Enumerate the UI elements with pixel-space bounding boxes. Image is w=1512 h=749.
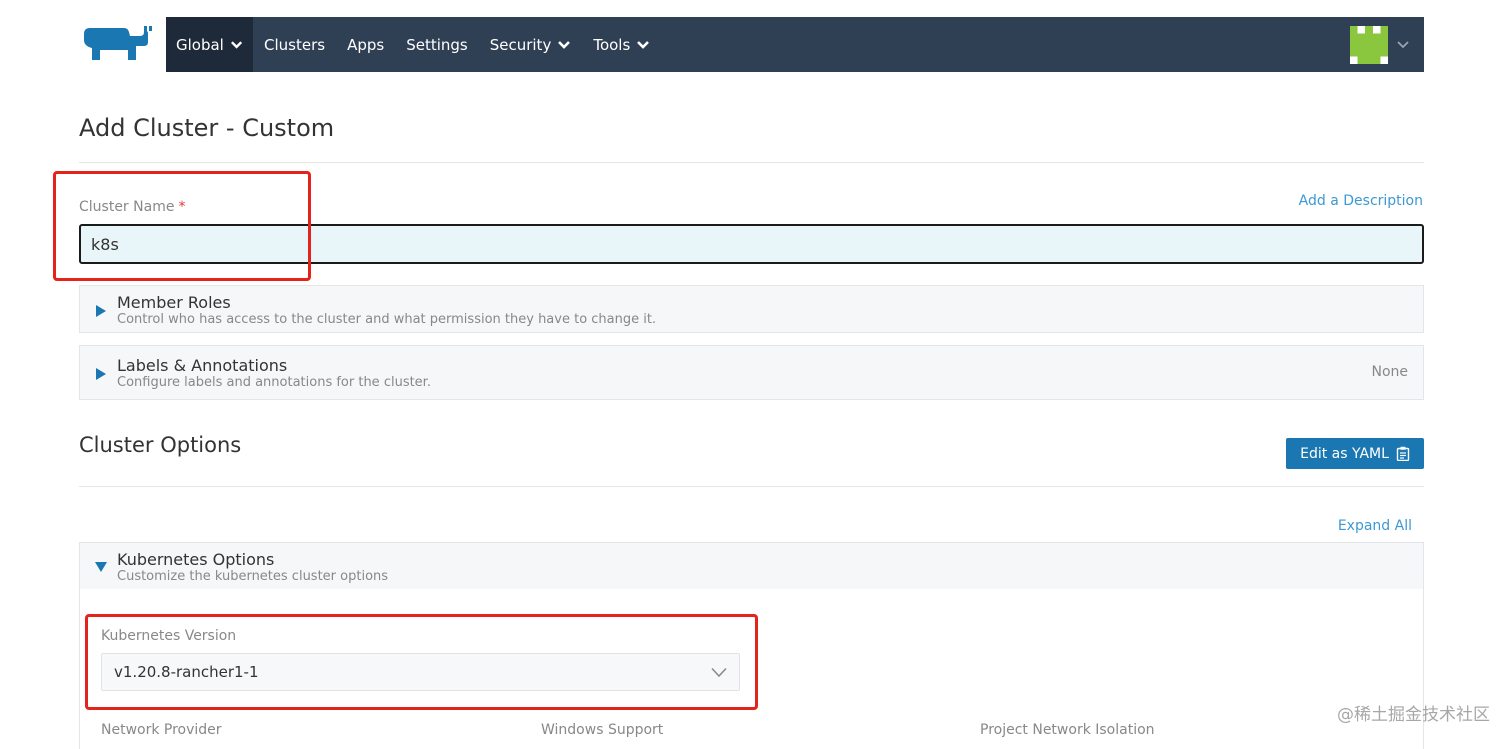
nav-clusters-label: Clusters	[264, 35, 326, 54]
watermark-text: @稀土掘金技术社区	[1337, 705, 1490, 725]
chevron-down-icon	[230, 40, 242, 49]
kubernetes-options-title: Kubernetes Options	[117, 550, 275, 569]
nav-apps[interactable]: Apps	[336, 17, 395, 72]
kubernetes-version-select[interactable]: v1.20.8-rancher1-1	[101, 653, 740, 691]
chevron-down-icon	[637, 40, 650, 49]
kubernetes-version-label: Kubernetes Version	[101, 628, 237, 644]
nav-apps-label: Apps	[347, 35, 385, 54]
nav-security[interactable]: Security	[479, 17, 583, 72]
nav-tools[interactable]: Tools	[582, 17, 661, 72]
expand-all-link[interactable]: Expand All	[1338, 518, 1412, 534]
labels-annotations-status: None	[1371, 364, 1408, 380]
caret-right-icon	[96, 368, 106, 380]
page-title: Add Cluster - Custom	[79, 114, 335, 142]
cluster-options-title: Cluster Options	[79, 433, 242, 457]
top-navbar: Global Clusters Apps Settings Security T…	[166, 17, 1424, 72]
kubernetes-version-value: v1.20.8-rancher1-1	[114, 663, 259, 681]
member-roles-accordion[interactable]: Member Roles Control who has access to t…	[79, 285, 1424, 333]
edit-as-yaml-label: Edit as YAML	[1300, 445, 1389, 462]
windows-support-label: Windows Support	[541, 722, 664, 738]
project-network-isolation-label: Project Network Isolation	[980, 722, 1155, 738]
labels-annotations-title: Labels & Annotations	[117, 356, 288, 375]
nav-global-label: Global	[176, 35, 224, 54]
nav-settings[interactable]: Settings	[395, 17, 479, 72]
labels-annotations-subtitle: Configure labels and annotations for the…	[117, 375, 431, 390]
network-provider-label: Network Provider	[101, 722, 222, 738]
nav-security-label: Security	[489, 35, 552, 54]
caret-down-icon	[95, 562, 107, 572]
member-roles-subtitle: Control who has access to the cluster an…	[117, 312, 657, 327]
user-menu[interactable]	[1350, 17, 1424, 72]
labels-annotations-accordion[interactable]: Labels & Annotations Configure labels an…	[79, 345, 1424, 400]
cluster-name-label: Cluster Name *	[79, 199, 185, 215]
add-description-link[interactable]: Add a Description	[1299, 193, 1423, 209]
clipboard-icon	[1396, 446, 1410, 461]
kubernetes-options-subtitle: Customize the kubernetes cluster options	[117, 569, 389, 584]
nav-settings-label: Settings	[406, 35, 468, 54]
caret-right-icon	[96, 305, 106, 317]
cluster-name-input[interactable]	[79, 224, 1424, 264]
member-roles-title: Member Roles	[117, 293, 231, 312]
kubernetes-options-accordion[interactable]: Kubernetes Options Customize the kuberne…	[79, 542, 1424, 590]
chevron-down-icon	[1397, 40, 1409, 48]
edit-as-yaml-button[interactable]: Edit as YAML	[1286, 438, 1424, 469]
chevron-down-icon	[558, 40, 571, 49]
chevron-down-icon	[711, 667, 727, 678]
title-divider	[79, 162, 1424, 163]
cluster-options-divider	[79, 486, 1424, 487]
nav-global[interactable]: Global	[166, 17, 253, 72]
cluster-name-label-text: Cluster Name	[79, 199, 175, 215]
nav-clusters[interactable]: Clusters	[253, 17, 336, 72]
identicon-avatar-icon	[1350, 25, 1388, 64]
nav-tools-label: Tools	[593, 35, 631, 54]
rancher-logo-icon[interactable]	[78, 24, 156, 64]
required-mark: *	[178, 199, 186, 215]
